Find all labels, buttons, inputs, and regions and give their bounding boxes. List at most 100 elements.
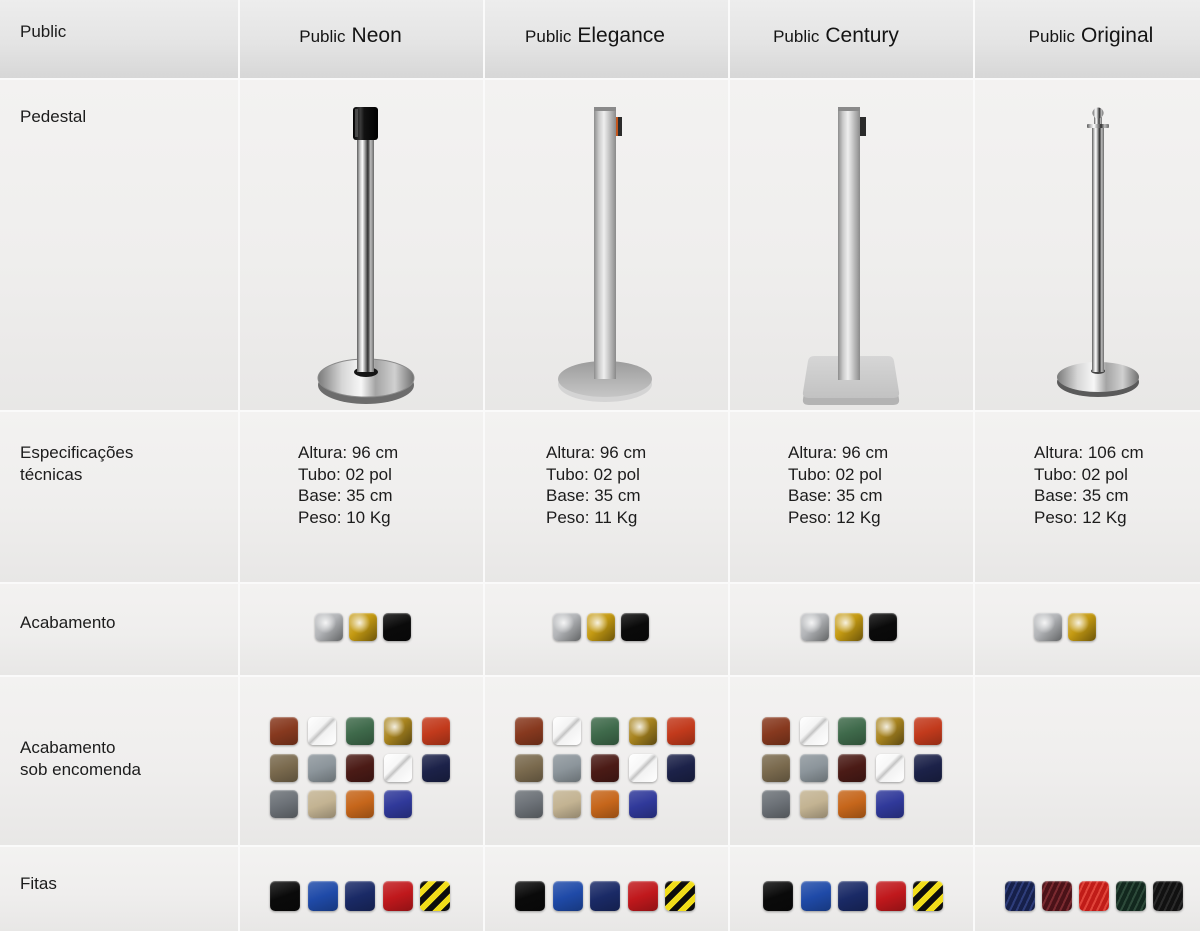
header-neon: Public Neon (240, 0, 483, 78)
spec-list: Altura: 96 cm Tubo: 02 pol Base: 35 cm Peso… (546, 442, 646, 528)
custom-finish-swatch (384, 753, 412, 782)
header-line-label: Public (20, 22, 67, 41)
specs-label-cell: Especificações técnicas (0, 412, 238, 582)
finish-swatch (801, 613, 829, 641)
ribbon-swatch (1116, 881, 1146, 911)
custom-finish-swatch (346, 790, 374, 818)
pedestal-original (975, 80, 1200, 410)
row-label-finish: Acabamento (20, 613, 116, 632)
custom-finish-swatch (800, 717, 828, 745)
ribbon-swatch (627, 881, 658, 911)
spec-line: Peso: 12 Kg (788, 507, 881, 527)
product-title: Public Century (773, 24, 899, 48)
custom-finish-swatches (762, 717, 942, 818)
spec-line: Base: 35 cm (298, 486, 393, 505)
custom-finish-original (975, 677, 1200, 845)
custom-finish-swatch (800, 790, 828, 818)
custom-finish-swatch (515, 753, 543, 782)
custom-finish-swatch (308, 717, 336, 745)
custom-finish-swatch (762, 790, 790, 818)
custom-finish-swatch (346, 717, 374, 745)
custom-finish-swatch (384, 790, 412, 818)
product-title-prefix: Public (773, 27, 820, 46)
ribbon-swatch (800, 881, 831, 911)
finish-century (730, 584, 973, 675)
row-label-line: técnicas (20, 464, 83, 484)
row-label-specs: Especificações técnicas (20, 442, 133, 485)
finish-neon (240, 584, 483, 675)
finish-swatches (553, 613, 649, 641)
header-elegance: Public Elegance (485, 0, 728, 78)
custom-finish-label-cell: Acabamento sob encomenda (0, 677, 238, 845)
custom-finish-swatch (591, 790, 619, 818)
finish-original (975, 584, 1200, 675)
pedestal-original-image (1057, 107, 1139, 397)
custom-finish-swatch (270, 717, 298, 745)
ribbon-swatch (838, 881, 868, 911)
ribbon-swatch (763, 881, 793, 911)
ribbons-neon (240, 847, 483, 931)
header-century: Public Century (730, 0, 973, 78)
ribbon-swatch (913, 881, 943, 911)
product-title: Public Elegance (525, 24, 665, 48)
ribbon-swatches (515, 881, 695, 911)
custom-finish-century (730, 677, 973, 845)
ribbons-original (975, 847, 1200, 931)
spec-line: Altura: 96 cm (788, 443, 889, 462)
custom-finish-swatch (667, 717, 695, 745)
custom-finish-swatch (667, 753, 695, 782)
spec-line: Base: 35 cm (546, 486, 641, 505)
ribbon-swatch (382, 881, 413, 911)
product-title-prefix: Public (299, 27, 346, 46)
pedestal-century-image (802, 107, 900, 405)
ribbon-swatches (270, 881, 450, 911)
row-label-pedestal: Pedestal (20, 107, 87, 126)
specs-elegance: Altura: 96 cm Tubo: 02 pol Base: 35 cm Peso… (485, 412, 728, 582)
finish-swatches (801, 613, 897, 641)
pedestal-elegance (485, 80, 728, 410)
custom-finish-swatch (800, 753, 828, 782)
custom-finish-swatch (629, 717, 657, 745)
custom-finish-swatch (629, 790, 657, 818)
custom-finish-swatch (762, 753, 790, 782)
spec-line: Peso: 10 Kg (298, 507, 391, 527)
ribbon-swatch (345, 881, 375, 911)
spec-line: Altura: 96 cm (298, 443, 399, 462)
finish-swatch (835, 613, 863, 641)
ribbon-swatch (1153, 881, 1183, 911)
finish-swatch (587, 613, 615, 641)
custom-finish-swatch (422, 717, 450, 745)
custom-finish-swatch (270, 753, 298, 782)
finish-swatch (349, 613, 377, 641)
spec-line: Tubo: 02 pol (546, 464, 640, 484)
finish-swatch (315, 613, 343, 641)
row-label-custom-finish: Acabamento sob encomenda (20, 737, 141, 780)
pedestal-label-cell: Pedestal (0, 80, 238, 410)
finish-elegance (485, 584, 728, 675)
custom-finish-elegance (485, 677, 728, 845)
ribbons-elegance (485, 847, 728, 931)
ribbon-swatch (590, 881, 620, 911)
spec-line: Tubo: 02 pol (788, 464, 882, 484)
custom-finish-swatch (914, 753, 942, 782)
spec-line: Altura: 106 cm (1034, 443, 1144, 462)
custom-finish-swatch (591, 753, 619, 782)
row-label-line: Acabamento (20, 738, 116, 757)
custom-finish-swatch (308, 753, 336, 782)
pedestal-neon-image (317, 107, 415, 404)
product-title-name: Elegance (577, 24, 665, 47)
spec-line: Base: 35 cm (1034, 486, 1129, 505)
finish-swatch (621, 613, 649, 641)
product-title-name: Century (825, 24, 899, 47)
custom-finish-swatch (553, 790, 581, 818)
custom-finish-swatch (762, 717, 790, 745)
header-original: Public Original (975, 0, 1200, 78)
ribbon-swatch (515, 881, 545, 911)
spec-line: Base: 35 cm (788, 486, 883, 505)
custom-finish-swatch (876, 717, 904, 745)
ribbon-swatch (420, 881, 450, 911)
spec-line: Peso: 12 Kg (1034, 507, 1127, 527)
spec-line: Peso: 11 Kg (546, 507, 638, 527)
row-label-line: Especificações (20, 443, 134, 462)
custom-finish-swatches (270, 717, 450, 818)
